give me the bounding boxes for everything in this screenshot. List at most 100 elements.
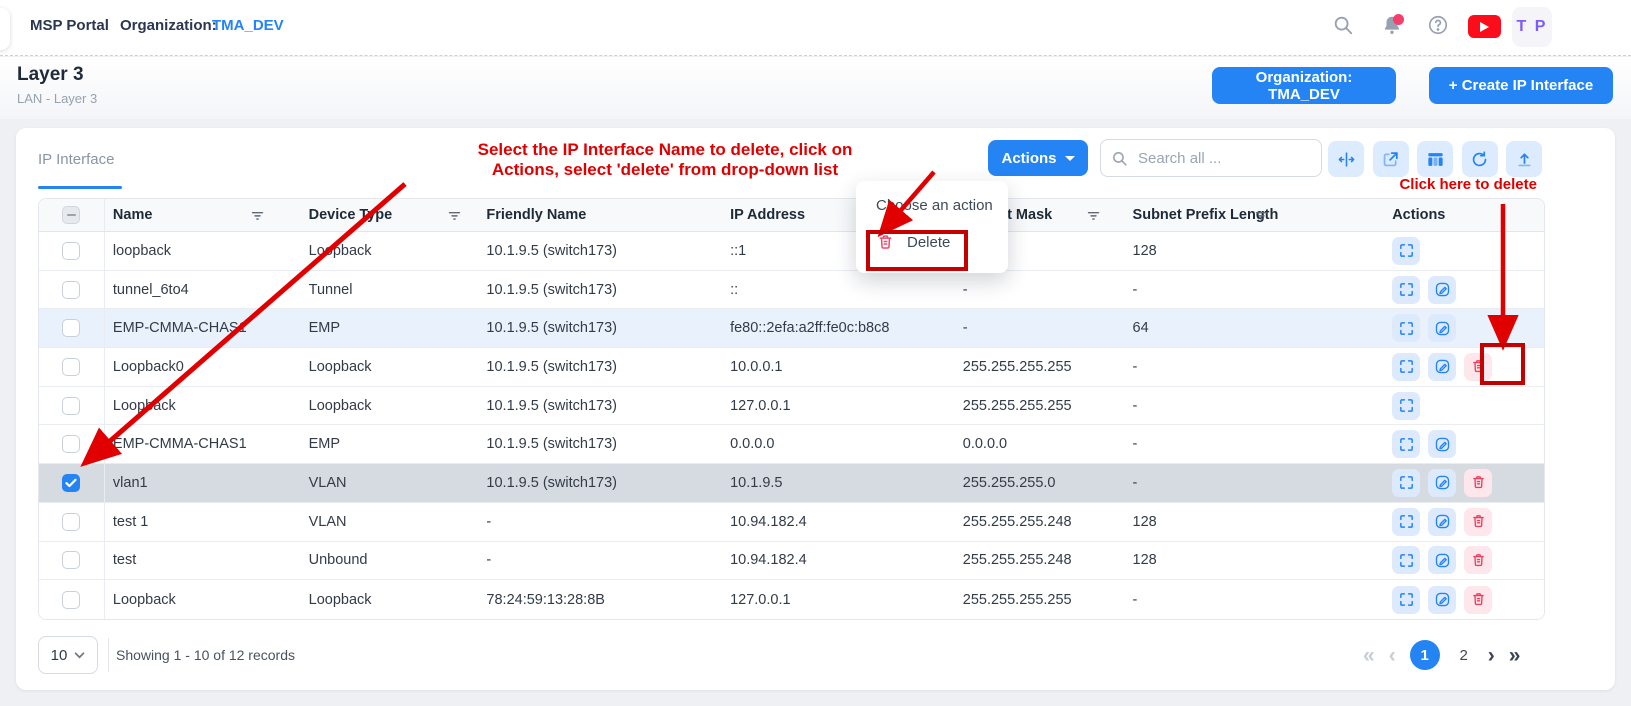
cell-ip: fe80::2efa:a2ff:fe0c:b8c8 <box>722 309 955 347</box>
table-row[interactable]: tunnel_6to4Tunnel10.1.9.5 (switch173)::-… <box>39 271 1544 310</box>
row-checkbox[interactable] <box>62 397 80 415</box>
row-delete-button[interactable] <box>1464 546 1492 574</box>
row-expand-button[interactable] <box>1392 430 1420 458</box>
organization-button[interactable]: Organization: TMA_DEV <box>1212 67 1396 104</box>
row-expand-button[interactable] <box>1392 586 1420 614</box>
row-delete-button[interactable] <box>1464 469 1492 497</box>
pagination: « ‹ 12 › » <box>1363 640 1520 670</box>
table-row[interactable]: EMP-CMMA-CHAS1EMP10.1.9.5 (switch173)fe8… <box>39 309 1544 348</box>
cell-device_type: Tunnel <box>301 271 479 309</box>
sidebar-collapsed-handle[interactable] <box>0 8 10 50</box>
open-external-button[interactable] <box>1373 141 1409 177</box>
refresh-button[interactable] <box>1462 141 1498 177</box>
table-row[interactable]: LoopbackLoopback78:24:59:13:28:8B127.0.0… <box>39 580 1544 619</box>
row-edit-button[interactable] <box>1428 276 1456 304</box>
export-button[interactable] <box>1506 141 1542 177</box>
table-body: loopbackLoopback10.1.9.5 (switch173)::11… <box>39 232 1544 619</box>
row-checkbox[interactable] <box>62 551 80 569</box>
row-actions-cell <box>1384 425 1544 463</box>
row-edit-button[interactable] <box>1428 430 1456 458</box>
row-expand-button[interactable] <box>1392 392 1420 420</box>
pagination-first-button[interactable]: « <box>1363 645 1375 666</box>
search-icon[interactable] <box>1332 14 1354 36</box>
filter-icon[interactable] <box>1253 207 1270 224</box>
column-resize-button[interactable] <box>1328 141 1364 177</box>
ip-interface-table: NameDevice TypeFriendly NameIP AddressSu… <box>38 198 1545 620</box>
row-delete-button[interactable] <box>1464 353 1492 381</box>
cell-prefix: 128 <box>1125 503 1385 541</box>
row-edit-button[interactable] <box>1428 508 1456 536</box>
cell-friendly_name: 10.1.9.5 (switch173) <box>478 425 722 463</box>
actions-dropdown-button[interactable]: Actions <box>988 140 1088 176</box>
trash-icon <box>1470 552 1487 569</box>
row-expand-button[interactable] <box>1392 508 1420 536</box>
filter-icon[interactable] <box>249 207 266 224</box>
expand-icon <box>1398 474 1415 491</box>
row-edit-button[interactable] <box>1428 469 1456 497</box>
table-row[interactable]: Loopback0Loopback10.1.9.5 (switch173)10.… <box>39 348 1544 387</box>
header-checkbox-cell <box>39 199 105 231</box>
help-icon[interactable] <box>1427 14 1449 36</box>
row-expand-button[interactable] <box>1392 314 1420 342</box>
row-actions-cell <box>1384 232 1544 270</box>
filter-icon <box>446 207 463 224</box>
row-checkbox[interactable] <box>62 474 80 492</box>
row-expand-button[interactable] <box>1392 546 1420 574</box>
row-checkbox-cell <box>39 348 105 386</box>
cell-device_type: Unbound <box>301 542 479 580</box>
organization-value-link[interactable]: TMA_DEV <box>212 17 284 34</box>
row-checkbox[interactable] <box>62 435 80 453</box>
row-delete-button[interactable] <box>1464 586 1492 614</box>
row-expand-button[interactable] <box>1392 469 1420 497</box>
select-all-checkbox[interactable] <box>62 206 80 224</box>
page-size-select[interactable]: 10 <box>38 636 98 674</box>
cell-ip: 0.0.0.0 <box>722 425 955 463</box>
table-row[interactable]: EMP-CMMA-CHAS1EMP10.1.9.5 (switch173)0.0… <box>39 425 1544 464</box>
pagination-prev-button[interactable]: ‹ <box>1389 645 1396 666</box>
pagination-next-button[interactable]: › <box>1488 645 1495 666</box>
pagination-page-2[interactable]: 2 <box>1454 647 1474 664</box>
row-edit-button[interactable] <box>1428 314 1456 342</box>
cell-friendly_name: 10.1.9.5 (switch173) <box>478 271 722 309</box>
row-expand-button[interactable] <box>1392 353 1420 381</box>
table-row[interactable]: loopbackLoopback10.1.9.5 (switch173)::11… <box>39 232 1544 271</box>
table-row[interactable]: vlan1VLAN10.1.9.5 (switch173)10.1.9.5255… <box>39 464 1544 503</box>
row-edit-button[interactable] <box>1428 353 1456 381</box>
cell-ip: 10.0.0.1 <box>722 348 955 386</box>
edit-icon <box>1434 320 1451 337</box>
row-checkbox[interactable] <box>62 513 80 531</box>
pagination-last-button[interactable]: » <box>1509 645 1521 666</box>
cell-ip: 10.1.9.5 <box>722 464 955 502</box>
search-input[interactable] <box>1136 149 1296 168</box>
pagination-page-1-current[interactable]: 1 <box>1410 640 1440 670</box>
table-row[interactable]: testUnbound-10.94.182.4255.255.255.24812… <box>39 542 1544 581</box>
row-expand-button[interactable] <box>1392 276 1420 304</box>
cell-prefix: - <box>1125 271 1385 309</box>
row-checkbox[interactable] <box>62 281 80 299</box>
expand-icon <box>1398 242 1415 259</box>
table-row[interactable]: LoopbackLoopback10.1.9.5 (switch173)127.… <box>39 387 1544 426</box>
cell-device_type: Loopback <box>301 580 479 619</box>
row-checkbox[interactable] <box>62 242 80 260</box>
row-checkbox[interactable] <box>62 358 80 376</box>
row-edit-button[interactable] <box>1428 586 1456 614</box>
dropdown-delete-item[interactable]: Delete <box>876 233 950 252</box>
create-ip-interface-button[interactable]: + Create IP Interface <box>1429 67 1613 104</box>
row-delete-button[interactable] <box>1464 508 1492 536</box>
row-checkbox-cell <box>39 309 105 347</box>
row-checkbox[interactable] <box>62 319 80 337</box>
row-checkbox[interactable] <box>62 591 80 609</box>
columns-button[interactable] <box>1417 141 1453 177</box>
youtube-icon[interactable] <box>1468 15 1501 38</box>
footer-divider <box>108 638 109 672</box>
user-avatar[interactable]: T P <box>1512 7 1552 47</box>
tab-ip-interface[interactable]: IP Interface <box>38 151 114 168</box>
column-header-label: IP Address <box>730 207 805 223</box>
filter-icon <box>249 207 266 224</box>
table-row[interactable]: test 1VLAN-10.94.182.4255.255.255.248128 <box>39 503 1544 542</box>
row-expand-button[interactable] <box>1392 237 1420 265</box>
filter-icon[interactable] <box>446 207 463 224</box>
filter-icon[interactable] <box>1085 207 1102 224</box>
row-edit-button[interactable] <box>1428 546 1456 574</box>
cell-mask: 255.255.255.0 <box>955 464 1125 502</box>
